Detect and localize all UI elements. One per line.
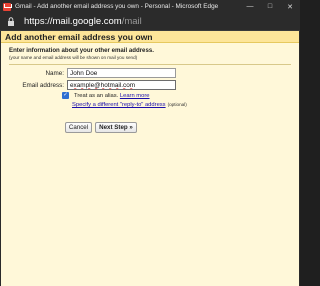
email-value: example@hotmail.com [70, 81, 136, 89]
cancel-button[interactable]: Cancel [65, 122, 92, 133]
address-bar[interactable]: https://mail.google.com/mail [0, 13, 300, 31]
window-titlebar: Gmail - Add another email address you ow… [0, 0, 300, 13]
optional-label: (optional) [167, 102, 187, 107]
gmail-icon [3, 2, 11, 11]
alias-checkbox[interactable]: ✓ [62, 92, 69, 99]
intro-section: Enter information about your other email… [9, 47, 299, 60]
alias-text: Treat as an alias. Learn more [74, 93, 150, 99]
next-step-button[interactable]: Next Step » [95, 122, 137, 133]
reply-to-link[interactable]: Specify a different "reply-to" address [72, 102, 166, 108]
learn-more-link[interactable]: Learn more [120, 93, 150, 99]
dialog-page: Add another email address you own Enter … [0, 31, 300, 286]
minimize-button[interactable]: — [240, 0, 260, 13]
window-controls: — □ ✕ [240, 0, 300, 13]
url-text[interactable]: https://mail.google.com/mail [24, 16, 142, 27]
name-field[interactable]: John Doe [67, 68, 176, 78]
name-label: Name: [45, 69, 64, 77]
intro-note: (your name and email address will be sho… [9, 55, 138, 60]
email-field[interactable]: example@hotmail.com [67, 80, 176, 90]
reply-to-row: Specify a different "reply-to" address (… [72, 102, 187, 108]
intro-lead: Enter information about your other email… [9, 47, 154, 54]
url-path: /mail [121, 16, 142, 27]
email-row: Email address: example@hotmail.com [1, 80, 176, 90]
url-host: https://mail.google.com [24, 16, 122, 27]
lock-icon[interactable] [7, 17, 15, 26]
maximize-button[interactable]: □ [260, 0, 280, 13]
window-title: Gmail - Add another email address you ow… [15, 3, 219, 10]
name-row: Name: John Doe [1, 68, 176, 78]
divider [9, 64, 291, 65]
alias-row: ✓ Treat as an alias. Learn more [62, 92, 150, 99]
dialog-header: Add another email address you own [1, 31, 299, 43]
button-row: Cancel Next Step » [65, 122, 137, 133]
email-label: Email address: [22, 81, 64, 89]
close-button[interactable]: ✕ [280, 0, 300, 13]
alias-label: Treat as an alias. [74, 92, 119, 99]
page-title: Add another email address you own [5, 31, 153, 42]
